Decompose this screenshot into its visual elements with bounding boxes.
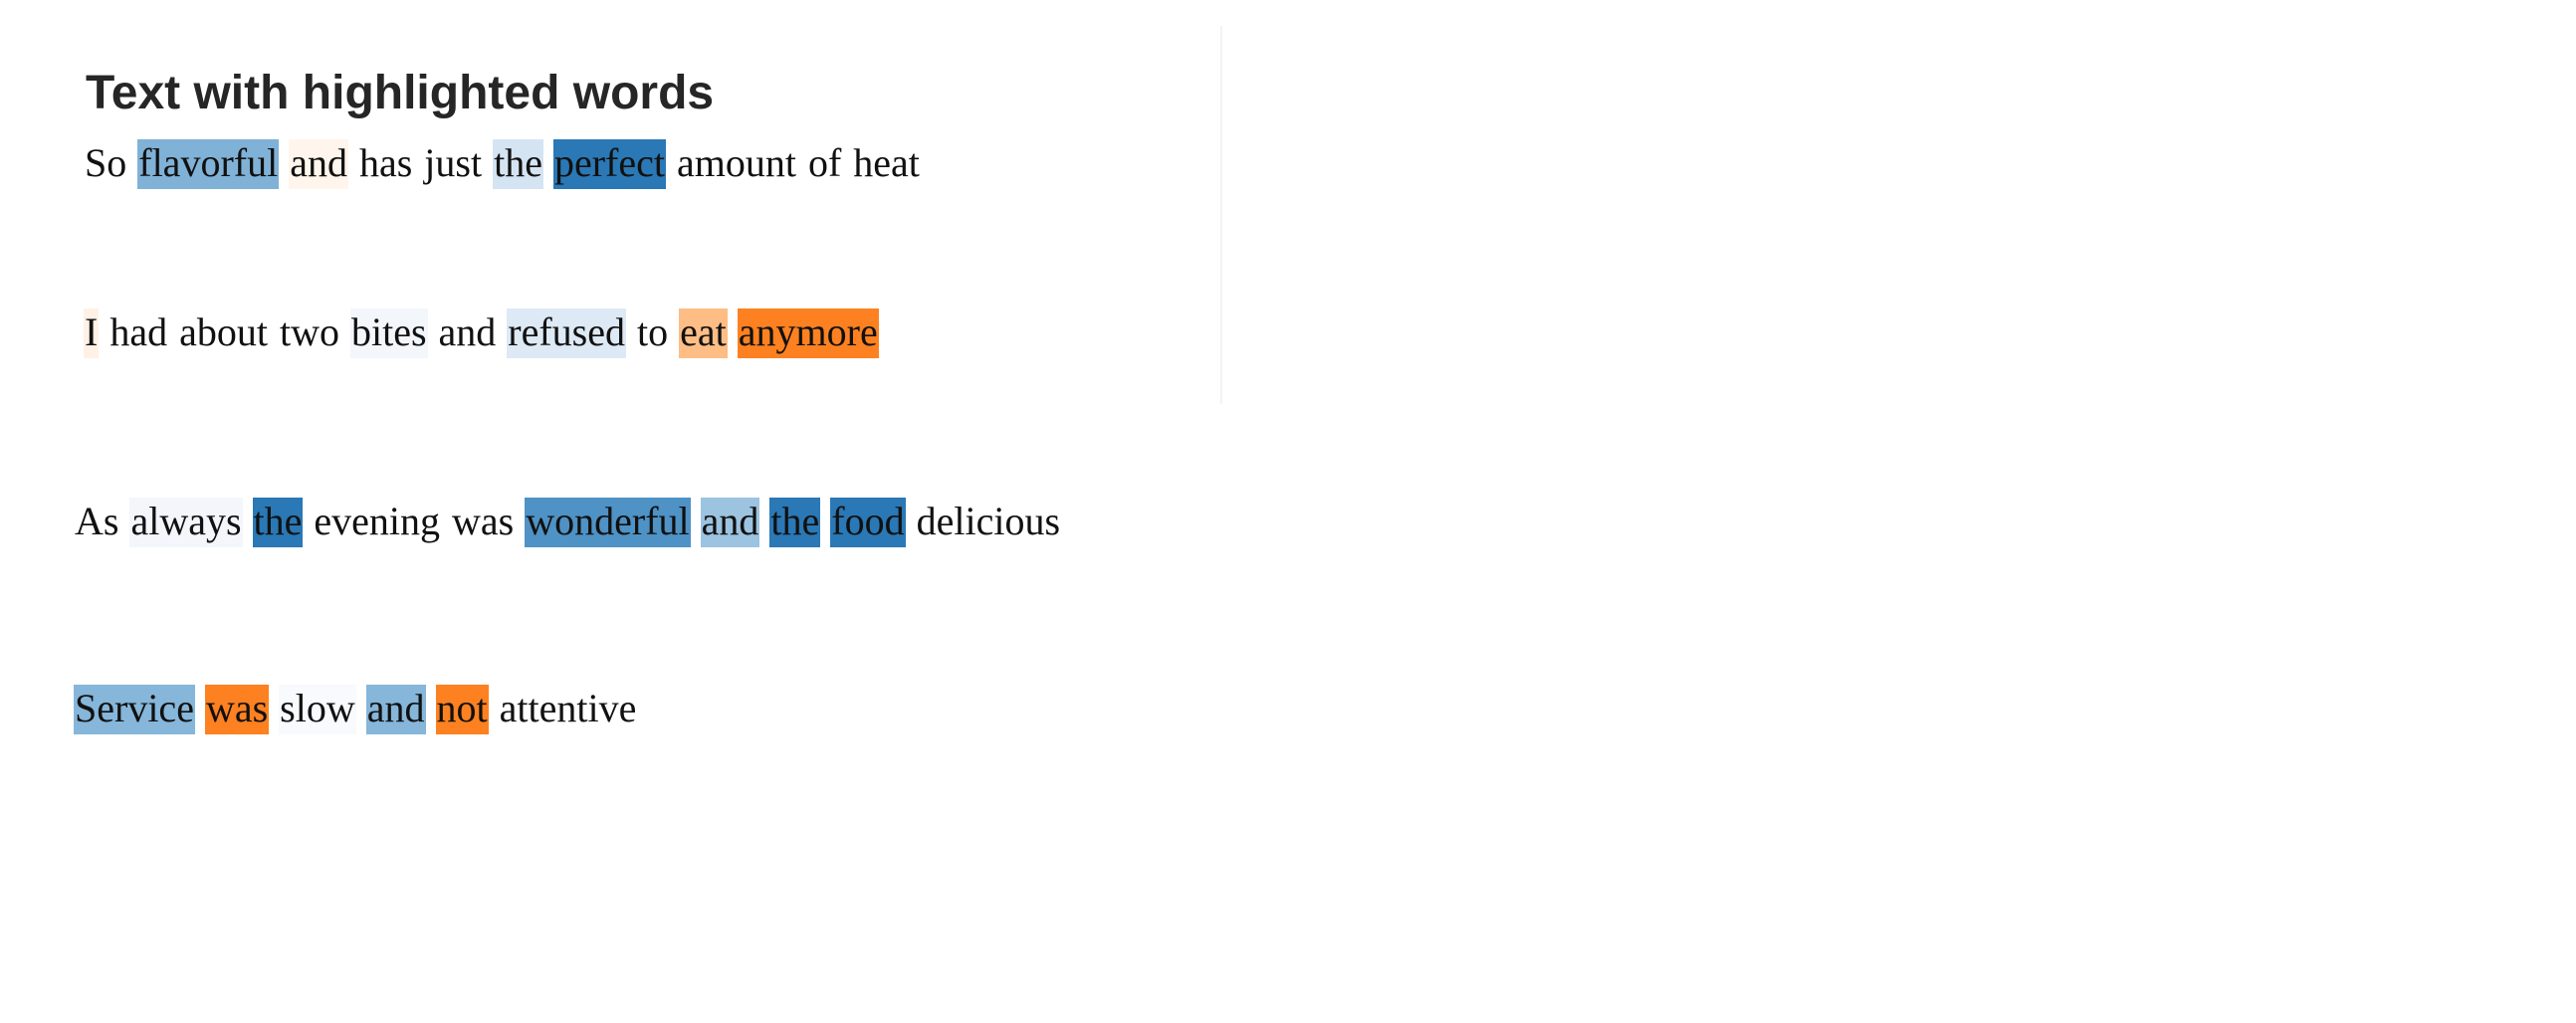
highlighted-word: evening [313, 498, 442, 547]
highlighted-word: has [357, 139, 414, 189]
highlighted-word: wonderful [525, 498, 691, 547]
highlighted-word: heat [852, 139, 921, 189]
panel-divider [1220, 26, 1222, 404]
highlighted-word: bites [349, 308, 428, 358]
highlighted-word: slow [279, 685, 356, 734]
highlighted-word: delicious [915, 498, 1062, 547]
highlighted-word: and [437, 308, 498, 358]
highlighted-word: and [700, 498, 760, 547]
highlighted-word: of [806, 139, 843, 189]
highlighted-word: was [204, 685, 270, 734]
sentence-2: I had about two bites and refused to eat… [84, 308, 879, 358]
sentence-1: So flavorful and has just the perfect am… [84, 139, 921, 189]
sentence-4: Service was slow and not attentive [74, 685, 638, 734]
highlighted-word: perfect [552, 139, 666, 189]
highlighted-word: attentive [498, 685, 638, 734]
highlighted-word: had [108, 308, 169, 358]
highlighted-word: Service [74, 685, 195, 734]
highlighted-word: not [435, 685, 489, 734]
highlighted-word: refused [507, 308, 626, 358]
highlighted-word: the [769, 498, 821, 547]
highlighted-word: was [451, 498, 516, 547]
highlighted-word: food [830, 498, 906, 547]
highlighted-word: always [129, 498, 243, 547]
sentence-3: As always the evening was wonderful and … [74, 498, 1062, 547]
highlighted-word: the [252, 498, 304, 547]
highlighted-word: As [74, 498, 120, 547]
highlighted-word: anymore [737, 308, 879, 358]
highlighted-word: So [84, 139, 128, 189]
highlighted-word: amount [675, 139, 797, 189]
highlighted-word: and [365, 685, 426, 734]
highlighted-word: about [178, 308, 269, 358]
highlighted-word: two [278, 308, 340, 358]
highlighted-word: to [636, 308, 670, 358]
chart-title: Text with highlighted words [86, 67, 715, 119]
highlighted-word: the [493, 139, 543, 189]
highlighted-word: flavorful [137, 139, 280, 189]
chart-panel: Text with highlighted words So flavorful… [0, 0, 2576, 1023]
highlighted-word: and [289, 139, 348, 189]
highlighted-word: I [84, 308, 100, 358]
highlighted-word: eat [679, 308, 728, 358]
highlighted-word: just [423, 139, 484, 189]
